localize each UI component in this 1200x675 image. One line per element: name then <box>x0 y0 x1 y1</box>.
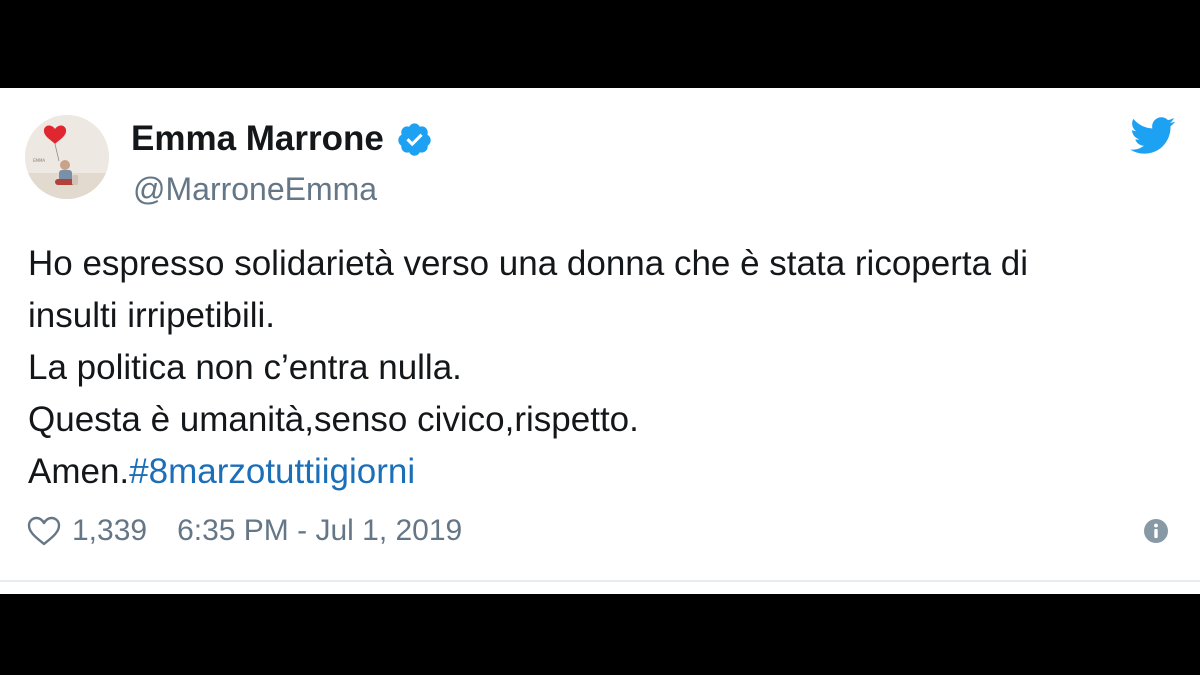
avatar-caption: EMMA <box>33 158 45 163</box>
author-display-name[interactable]: Emma Marrone <box>131 116 384 162</box>
like-count: 1,339 <box>72 514 148 547</box>
tweet-text: Ho espresso solidarietà verso una donna … <box>28 238 1168 498</box>
tweet-text-line: La politica non c’entra nulla. <box>28 348 462 387</box>
author-handle[interactable]: @MarroneEmma <box>133 168 377 210</box>
tweet-text-line: Questa è umanità,senso civico,rispetto. <box>28 400 639 439</box>
card-divider <box>0 580 1200 582</box>
tweet-text-prefix: Amen. <box>28 452 130 491</box>
avatar-image: EMMA <box>25 115 109 199</box>
tweet-text-line: insulti irripetibili. <box>28 296 276 335</box>
tweet-text-line: Ho espresso solidarietà verso una donna … <box>28 244 1029 283</box>
tweet-text-line-last: Amen.#8marzotuttiigiorni <box>28 446 1168 498</box>
avatar[interactable]: EMMA <box>25 115 109 199</box>
tweet-timestamp[interactable]: 6:35 PM - Jul 1, 2019 <box>177 514 462 548</box>
info-icon[interactable] <box>1143 518 1169 544</box>
letterbox-bottom <box>0 594 1200 675</box>
hashtag-link[interactable]: #8marzotuttiigiorni <box>129 452 415 491</box>
heart-outline-icon[interactable] <box>26 515 62 547</box>
twitter-bird-icon[interactable] <box>1130 117 1176 155</box>
verified-badge-icon <box>398 122 431 156</box>
tweet-footer: 1,339 6:35 PM - Jul 1, 2019 <box>26 509 462 553</box>
tweet-card: EMMA Emma Marrone @MarroneEmma Ho espres… <box>0 88 1200 594</box>
letterbox-top <box>0 0 1200 88</box>
author-name-row: Emma Marrone <box>131 116 433 162</box>
